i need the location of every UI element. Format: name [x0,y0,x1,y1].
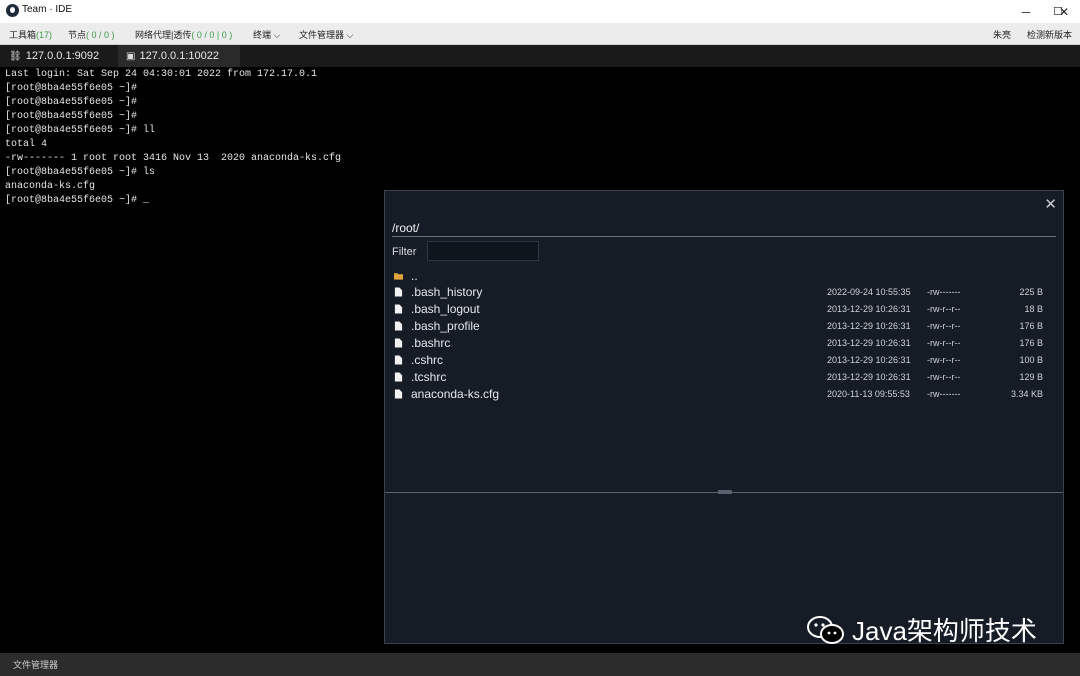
file-icon [394,389,403,399]
chevron-down-icon: ⌵ [346,30,354,40]
tab-node-9092[interactable]: ⛓ 127.0.0.1:9092 [0,45,116,67]
file-date: 2022-09-24 10:55:35 [827,287,911,297]
file-row[interactable]: .tcshrc 2013-12-29 10:26:31 -rw-r--r-- 1… [385,369,1063,386]
splitter-handle[interactable] [718,490,732,494]
file-permissions: -rw-r--r-- [927,338,961,348]
proxy-count: ( 0 / 0 | 0 ) [191,30,233,40]
current-path[interactable]: /root/ [392,221,419,235]
file-date: 2020-11-13 09:55:53 [827,389,910,399]
app-logo-icon [6,4,19,17]
file-date: 2013-12-29 10:26:31 [827,355,911,365]
file-row[interactable]: .bashrc 2013-12-29 10:26:31 -rw-r--r-- 1… [385,335,1063,352]
file-icon [394,321,403,331]
file-size: 225 B [1019,287,1043,297]
file-manager-panel: ✕ /root/ Filter .. .bash_history 2022-09… [384,190,1064,644]
file-row-parent[interactable]: .. [385,268,1063,285]
file-size: 3.34 KB [1010,389,1043,399]
check-update-link[interactable]: 检测新版本 [1027,28,1072,41]
tab-label: 127.0.0.1:9092 [25,50,100,62]
terminal-line: anaconda-ks.cfg [5,181,96,192]
file-size: 129 B [1019,372,1043,382]
file-row[interactable]: .bash_logout 2013-12-29 10:26:31 -rw-r--… [385,301,1063,318]
file-size: 176 B [1019,321,1043,331]
file-name: .. [411,269,418,283]
terminal-line: [root@8ba4e55f6e05 ~]# [5,97,138,108]
terminal-line: -rw------- 1 root root 3416 Nov 13 2020 … [5,153,342,164]
menu-proxy[interactable]: 网络代理|透传( 0 / 0 | 0 ) [135,28,232,41]
terminal-line: [root@8ba4e55f6e05 ~]# _ [5,195,150,206]
node-icon: ⛓ [9,50,22,62]
menu-toolbox-label: 工具箱 [9,30,37,40]
tab-label: 127.0.0.1:10022 [139,50,219,62]
window-title: Team · IDE [22,4,73,15]
file-row[interactable]: .bash_history 2022-09-24 10:55:35 -rw---… [385,284,1063,301]
file-icon [394,304,403,314]
menu-proxy-label: 网络代理|透传 [135,30,192,40]
status-filemanager-label[interactable]: 文件管理器 [13,658,58,671]
terminal-line: Last login: Sat Sep 24 04:30:01 2022 fro… [5,69,318,80]
file-date: 2013-12-29 10:26:31 [827,304,911,314]
menu-terminal-label: 终端 [253,30,272,40]
file-permissions: -rw------- [927,287,961,297]
file-name: .bash_logout [411,302,480,316]
file-permissions: -rw-r--r-- [927,304,961,314]
terminal-line: [root@8ba4e55f6e05 ~]# [5,111,138,122]
file-icon [394,338,403,348]
path-divider [392,236,1056,237]
status-bar: 文件管理器 [0,653,1080,676]
file-name: .cshrc [411,353,444,367]
terminal-line: [root@8ba4e55f6e05 ~]# [5,83,138,94]
filter-input[interactable] [427,241,539,261]
wechat-icon [807,615,844,644]
title-bar: Team · IDE ─ ☐ ✕ [0,0,1080,23]
file-permissions: -rw------- [927,389,961,399]
file-permissions: -rw-r--r-- [927,355,961,365]
file-date: 2013-12-29 10:26:31 [827,321,911,331]
file-icon [394,355,403,365]
file-permissions: -rw-r--r-- [927,372,961,382]
toolbox-count: (17) [36,30,53,40]
file-name: .bash_history [411,285,483,299]
minimize-button[interactable]: ─ [1010,0,1042,23]
menu-bar: 工具箱(17) 节点( 0 / 0 ) 网络代理|透传( 0 / 0 | 0 )… [0,23,1080,45]
filter-label: Filter [392,246,417,258]
file-size: 100 B [1019,355,1043,365]
folder-icon [394,273,403,280]
file-size: 18 B [1024,304,1043,314]
file-date: 2013-12-29 10:26:31 [827,338,911,348]
watermark-text: Java架构师技术 [852,616,1037,646]
menu-terminal[interactable]: 终端 ⌵ [253,28,280,41]
file-row[interactable]: anaconda-ks.cfg 2020-11-13 09:55:53 -rw-… [385,386,1063,403]
menu-nodes-label: 节点 [68,30,87,40]
menu-filemanager-label: 文件管理器 [299,30,345,40]
close-icon[interactable]: ✕ [1044,195,1057,213]
terminal-line: total 4 [5,139,48,150]
terminal-line: [root@8ba4e55f6e05 ~]# ll [5,125,156,136]
nodes-count: ( 0 / 0 ) [86,30,115,40]
file-row[interactable]: .bash_profile 2013-12-29 10:26:31 -rw-r-… [385,318,1063,335]
file-permissions: -rw-r--r-- [927,321,961,331]
tab-terminal-10022[interactable]: ▣ 127.0.0.1:10022 [118,45,240,67]
menu-filemanager[interactable]: 文件管理器 ⌵ [299,28,353,41]
file-row[interactable]: .cshrc 2013-12-29 10:26:31 -rw-r--r-- 10… [385,352,1063,369]
file-icon [394,372,403,382]
chevron-down-icon: ⌵ [273,30,281,40]
menu-nodes[interactable]: 节点( 0 / 0 ) [68,28,115,41]
file-name: .tcshrc [411,370,447,384]
user-name[interactable]: 朱亮 [993,28,1011,41]
file-icon [394,287,403,297]
file-size: 176 B [1019,338,1043,348]
file-name: anaconda-ks.cfg [411,387,500,401]
menu-toolbox[interactable]: 工具箱(17) [9,28,52,41]
terminal-line: [root@8ba4e55f6e05 ~]# ls [5,167,156,178]
file-date: 2013-12-29 10:26:31 [827,372,911,382]
terminal-icon: ▣ [126,50,136,62]
file-name: .bash_profile [411,319,480,333]
close-window-button[interactable]: ✕ [1048,0,1080,23]
watermark: Java架构师技术 [806,611,1037,648]
tab-bar: ⛓ 127.0.0.1:9092 ▣ 127.0.0.1:10022 [0,45,1080,67]
file-name: .bashrc [411,336,451,350]
